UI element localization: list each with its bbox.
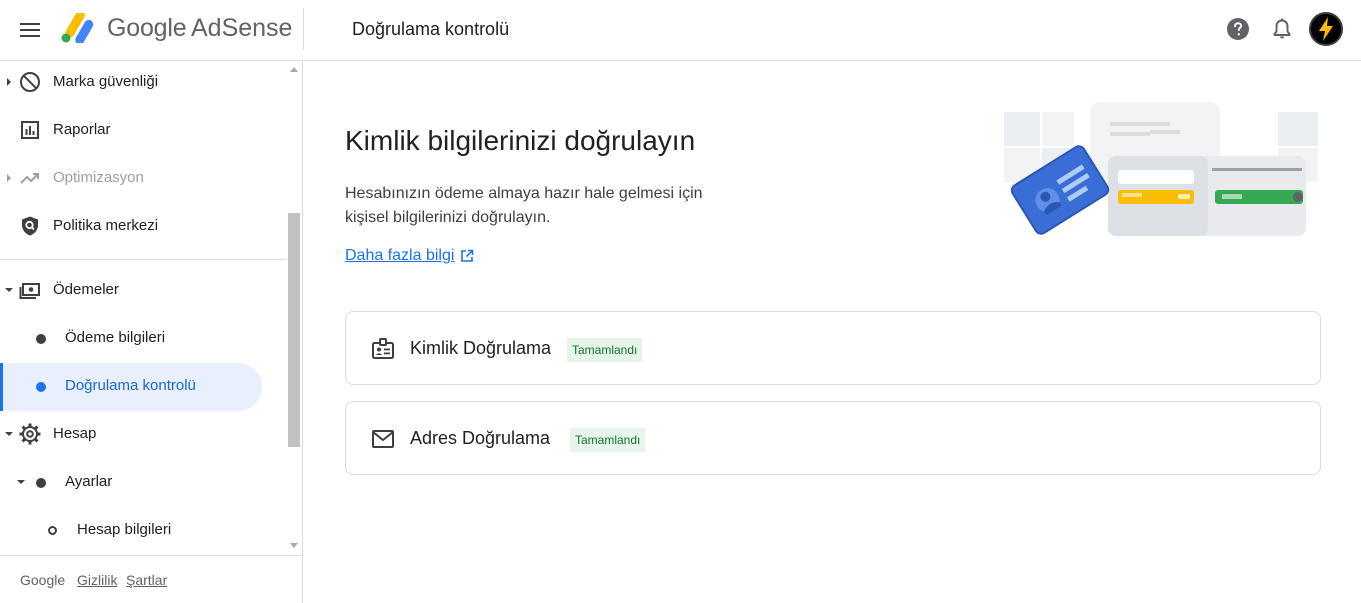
sidebar-item-policy-center[interactable]: Politika merkezi: [0, 203, 286, 251]
account-avatar[interactable]: [1309, 12, 1343, 46]
gear-icon: [19, 423, 41, 445]
sidebar-item-label: Hesap bilgileri: [77, 521, 172, 538]
sidebar-item-label: Ödeme bilgileri: [65, 329, 166, 346]
sidebar-item-optimization[interactable]: Optimizasyon: [0, 155, 286, 203]
adsense-logo-icon: [61, 13, 94, 43]
status-badge: Tamamlandı: [570, 428, 646, 452]
shield-search-icon: [22, 216, 38, 236]
sidebar-footer: Google Gizlilik Şartlar: [0, 555, 302, 603]
status-badge: Tamamlandı: [567, 338, 643, 362]
address-verification-card[interactable]: Adres Doğrulama Tamamlandı: [345, 401, 1321, 475]
main-heading: Kimlik bilgilerinizi doğrulayın: [345, 125, 696, 156]
external-link-icon: [461, 249, 474, 262]
bullet-dot-icon: [36, 382, 46, 392]
sidebar-item-label: Politika merkezi: [53, 217, 159, 234]
sidebar-item-label: Raporlar: [53, 121, 111, 138]
sidebar-item-verification-check[interactable]: Doğrulama kontrolü: [0, 363, 262, 411]
sidebar-item-reports[interactable]: Raporlar: [0, 107, 286, 155]
footer-google-label: Google: [20, 572, 66, 588]
sidebar-item-account[interactable]: Hesap: [0, 411, 286, 459]
scroll-up-arrow-icon[interactable]: [290, 67, 298, 72]
sidebar-item-label: Ayarlar: [65, 473, 113, 490]
help-icon[interactable]: [1226, 17, 1250, 41]
menu-icon[interactable]: [14, 15, 46, 45]
main-description: Hesabınızın ödeme almaya hazır hale gelm…: [345, 185, 703, 226]
caret-down-icon[interactable]: [5, 286, 13, 294]
footer-privacy-link[interactable]: Gizlilik: [77, 572, 117, 588]
sidebar-item-label: Optimizasyon: [53, 169, 144, 186]
sidebar-nav: Marka güvenliği Raporlar Optimizasyon Po…: [0, 61, 303, 603]
block-icon: [20, 72, 40, 92]
bullet-dot-icon: [36, 334, 46, 344]
topbar-divider: [303, 8, 304, 50]
sidebar-item-payment-info[interactable]: Ödeme bilgileri: [0, 315, 286, 363]
caret-down-icon[interactable]: [17, 478, 25, 486]
mail-icon: [372, 430, 394, 448]
bullet-dot-icon: [36, 478, 46, 488]
active-indicator: [0, 363, 3, 411]
caret-right-icon[interactable]: [5, 174, 13, 182]
id-badge-icon: [372, 338, 394, 359]
sidebar-item-payments[interactable]: Ödemeler: [0, 267, 286, 315]
logo-google-wordmark: Google: [107, 14, 187, 42]
notifications-bell-icon[interactable]: [1271, 17, 1293, 41]
identity-verification-card[interactable]: Kimlik Doğrulama Tamamlandı: [345, 311, 1321, 385]
top-app-bar: Google AdSense Doğrulama kontrolü: [0, 0, 1361, 61]
sidebar-item-label: Doğrulama kontrolü: [65, 377, 196, 394]
payments-icon: [19, 283, 40, 299]
bullet-ring-icon: [48, 526, 57, 535]
sidebar-divider: [0, 259, 286, 260]
sidebar-item-label: Hesap: [53, 425, 97, 442]
learn-more-link[interactable]: Daha fazla bilgi: [345, 247, 474, 265]
logo-product-name: AdSense: [191, 14, 293, 42]
scroll-down-arrow-icon[interactable]: [290, 543, 298, 548]
page-title: Doğrulama kontrolü: [352, 19, 510, 39]
sidebar-item-label: Ödemeler: [53, 281, 119, 298]
sidebar-item-brand-safety[interactable]: Marka güvenliği: [0, 61, 286, 107]
trending-up-icon: [20, 173, 39, 184]
sidebar-item-settings[interactable]: Ayarlar: [0, 459, 286, 507]
verification-illustration: [1004, 102, 1318, 236]
lightning-bolt-icon: [1319, 17, 1333, 41]
sidebar-scrollbar-thumb[interactable]: [288, 213, 300, 447]
caret-down-icon[interactable]: [5, 430, 13, 438]
learn-more-label: Daha fazla bilgi: [345, 247, 455, 264]
sidebar-item-label: Marka güvenliği: [53, 73, 159, 90]
card-label: Kimlik Doğrulama: [410, 338, 552, 358]
card-label: Adres Doğrulama: [410, 428, 551, 448]
bar-chart-icon: [21, 121, 39, 139]
footer-terms-link[interactable]: Şartlar: [126, 572, 167, 588]
caret-right-icon[interactable]: [5, 78, 13, 86]
sidebar-item-account-info[interactable]: Hesap bilgileri: [0, 507, 286, 555]
